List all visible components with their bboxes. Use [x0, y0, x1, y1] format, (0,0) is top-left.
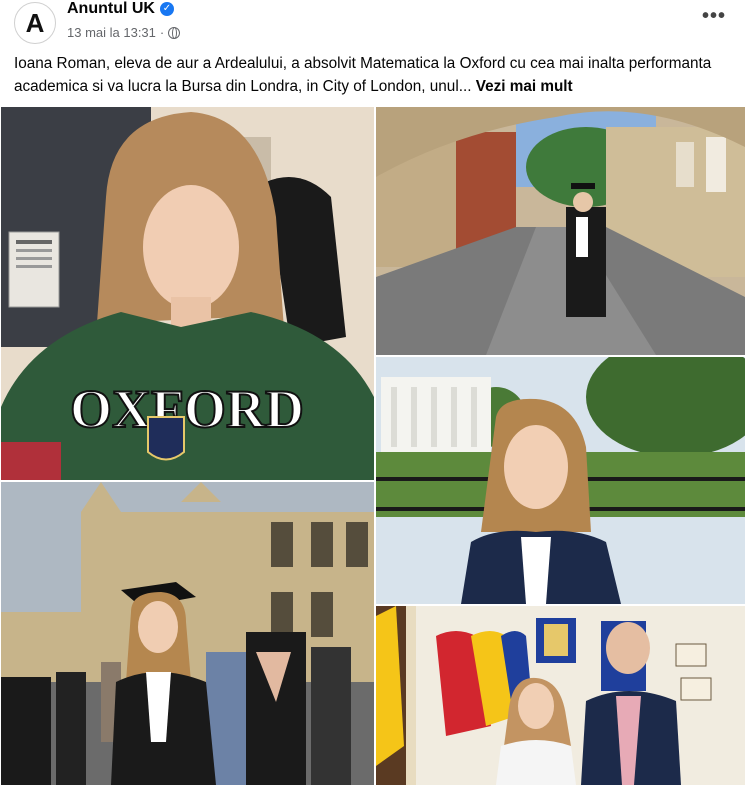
post-meta: 13 mai la 13:31 ·	[67, 25, 181, 40]
avatar-logo-letter: A	[25, 8, 45, 38]
graduation-ceremony-image	[1, 482, 374, 785]
white-house-image	[376, 357, 745, 604]
meta-separator: ·	[159, 25, 165, 40]
verified-badge-icon: ✓	[159, 2, 174, 16]
globe-icon[interactable]	[168, 26, 181, 39]
graduate-street-image	[376, 107, 745, 355]
photo-white-house[interactable]	[376, 357, 745, 604]
post-body-text: Ioana Roman, eleva de aur a Ardealului, …	[14, 55, 712, 95]
sweatshirt-oxford-text: OXFORD	[70, 379, 304, 439]
see-more-link[interactable]: Vezi mai mult	[476, 78, 573, 95]
photo-oxford-sweatshirt[interactable]: OXFORD	[1, 107, 374, 480]
photo-graduation-ceremony[interactable]	[1, 482, 374, 785]
more-options-button[interactable]: •••	[701, 5, 727, 27]
page-name-link[interactable]: Anuntul UK	[67, 0, 155, 18]
photo-graduate-street[interactable]	[376, 107, 745, 355]
page-name-row: Anuntul UK ✓	[67, 0, 174, 18]
oxford-sweatshirt-image: OXFORD	[1, 107, 374, 480]
romanian-flag-image	[376, 606, 745, 785]
post-header: A Anuntul UK ✓ 13 mai la 13:31 · •••	[0, 0, 745, 50]
post-text: Ioana Roman, eleva de aur a Ardealului, …	[14, 52, 729, 98]
page-avatar[interactable]: A	[14, 2, 56, 44]
photo-romanian-flag[interactable]	[376, 606, 745, 785]
post-timestamp[interactable]: 13 mai la 13:31	[67, 25, 156, 40]
